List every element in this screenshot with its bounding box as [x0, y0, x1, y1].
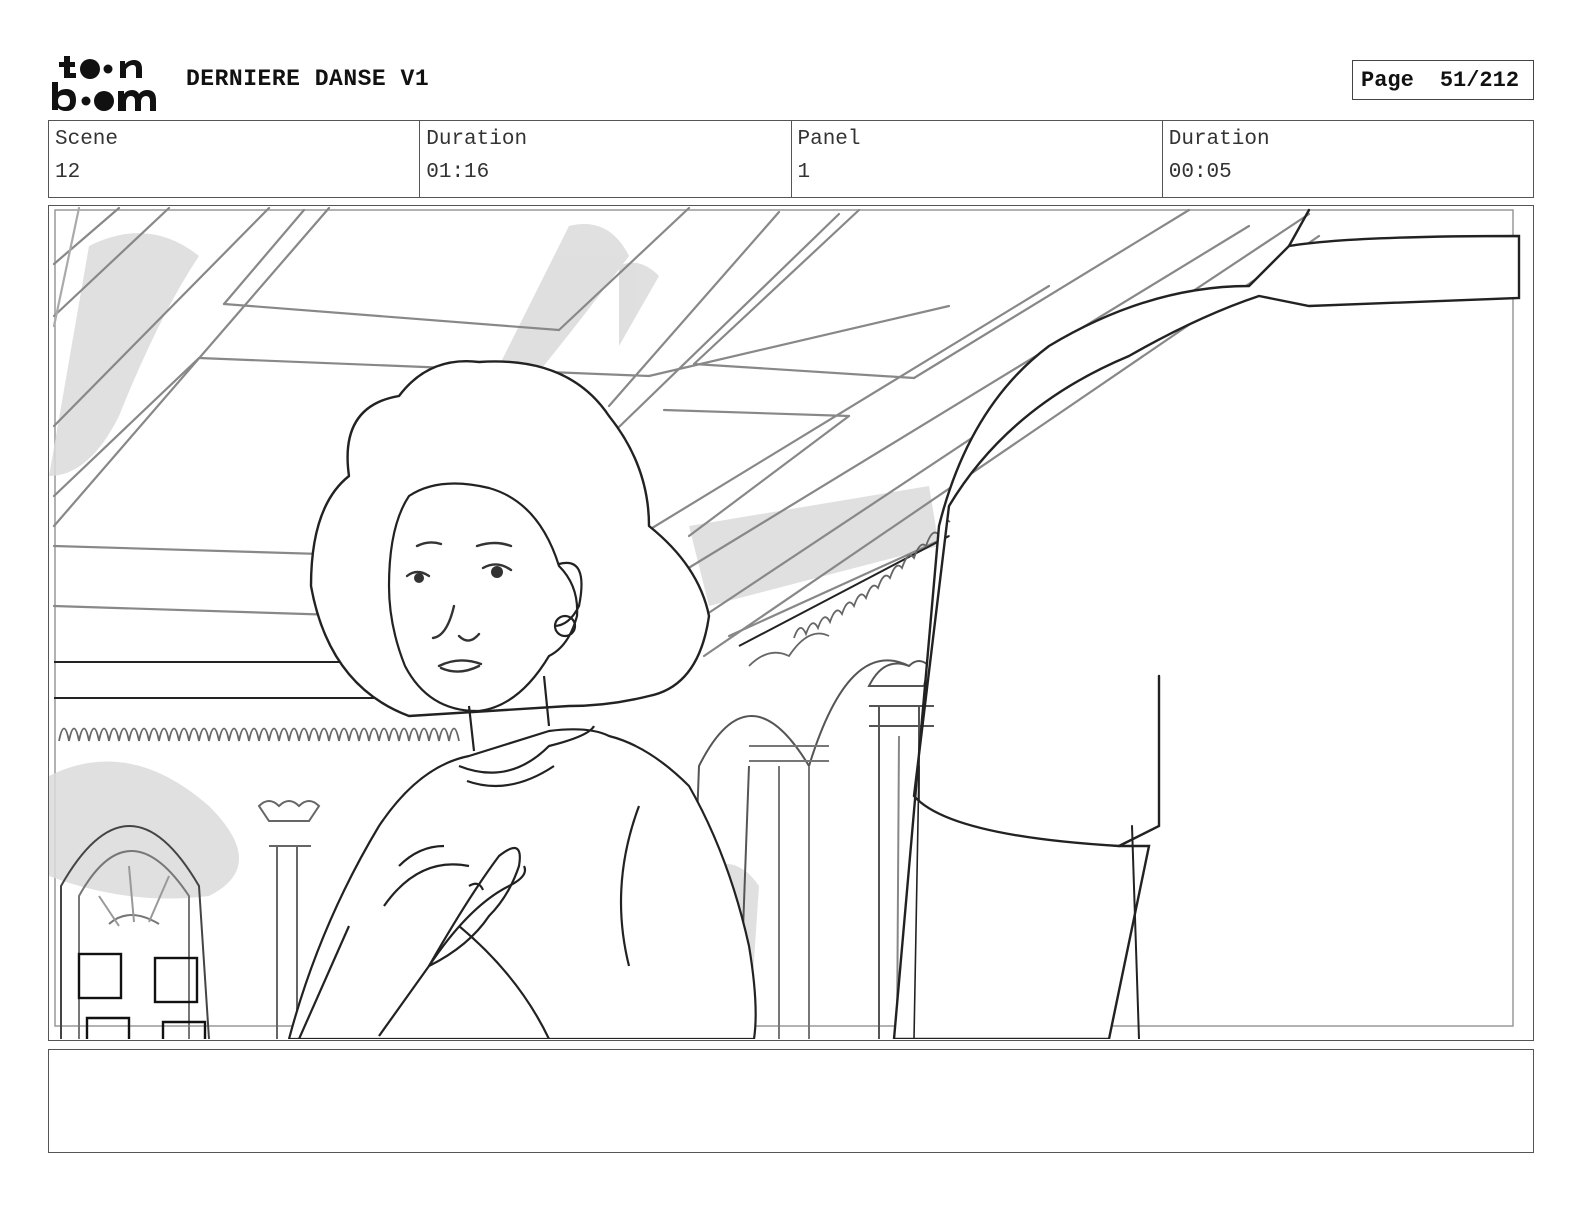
- scene-duration-cell: Duration 01:16: [420, 121, 792, 197]
- panel-label: Panel: [797, 128, 861, 151]
- panel-cell: Panel 1: [792, 121, 1163, 197]
- panel-duration-label: Duration: [1168, 128, 1270, 151]
- panel-duration-value: 00:05: [1168, 161, 1232, 184]
- scene-value: 12: [55, 161, 81, 184]
- panel-duration-cell: Duration 00:05: [1163, 121, 1533, 197]
- storyboard-panel: [48, 205, 1534, 1041]
- panel-notes-area: [48, 1049, 1534, 1153]
- toonboom-logo: [52, 56, 156, 111]
- page-indicator: Page 51/212: [1352, 60, 1534, 100]
- project-title: DERNIERE DANSE V1: [186, 66, 430, 92]
- scene-label: Scene: [55, 128, 119, 151]
- panel-value: 1: [797, 161, 811, 184]
- page-label: Page: [1361, 67, 1414, 93]
- scene-cell: Scene 12: [49, 121, 421, 197]
- scene-duration-value: 01:16: [426, 161, 490, 184]
- page-value: 51/212: [1439, 67, 1520, 93]
- storyboard-sketch-icon: [49, 206, 1521, 1039]
- scene-duration-label: Duration: [426, 128, 528, 151]
- panel-info-table: Scene 12 Duration 01:16 Panel 1 Duration…: [48, 120, 1534, 198]
